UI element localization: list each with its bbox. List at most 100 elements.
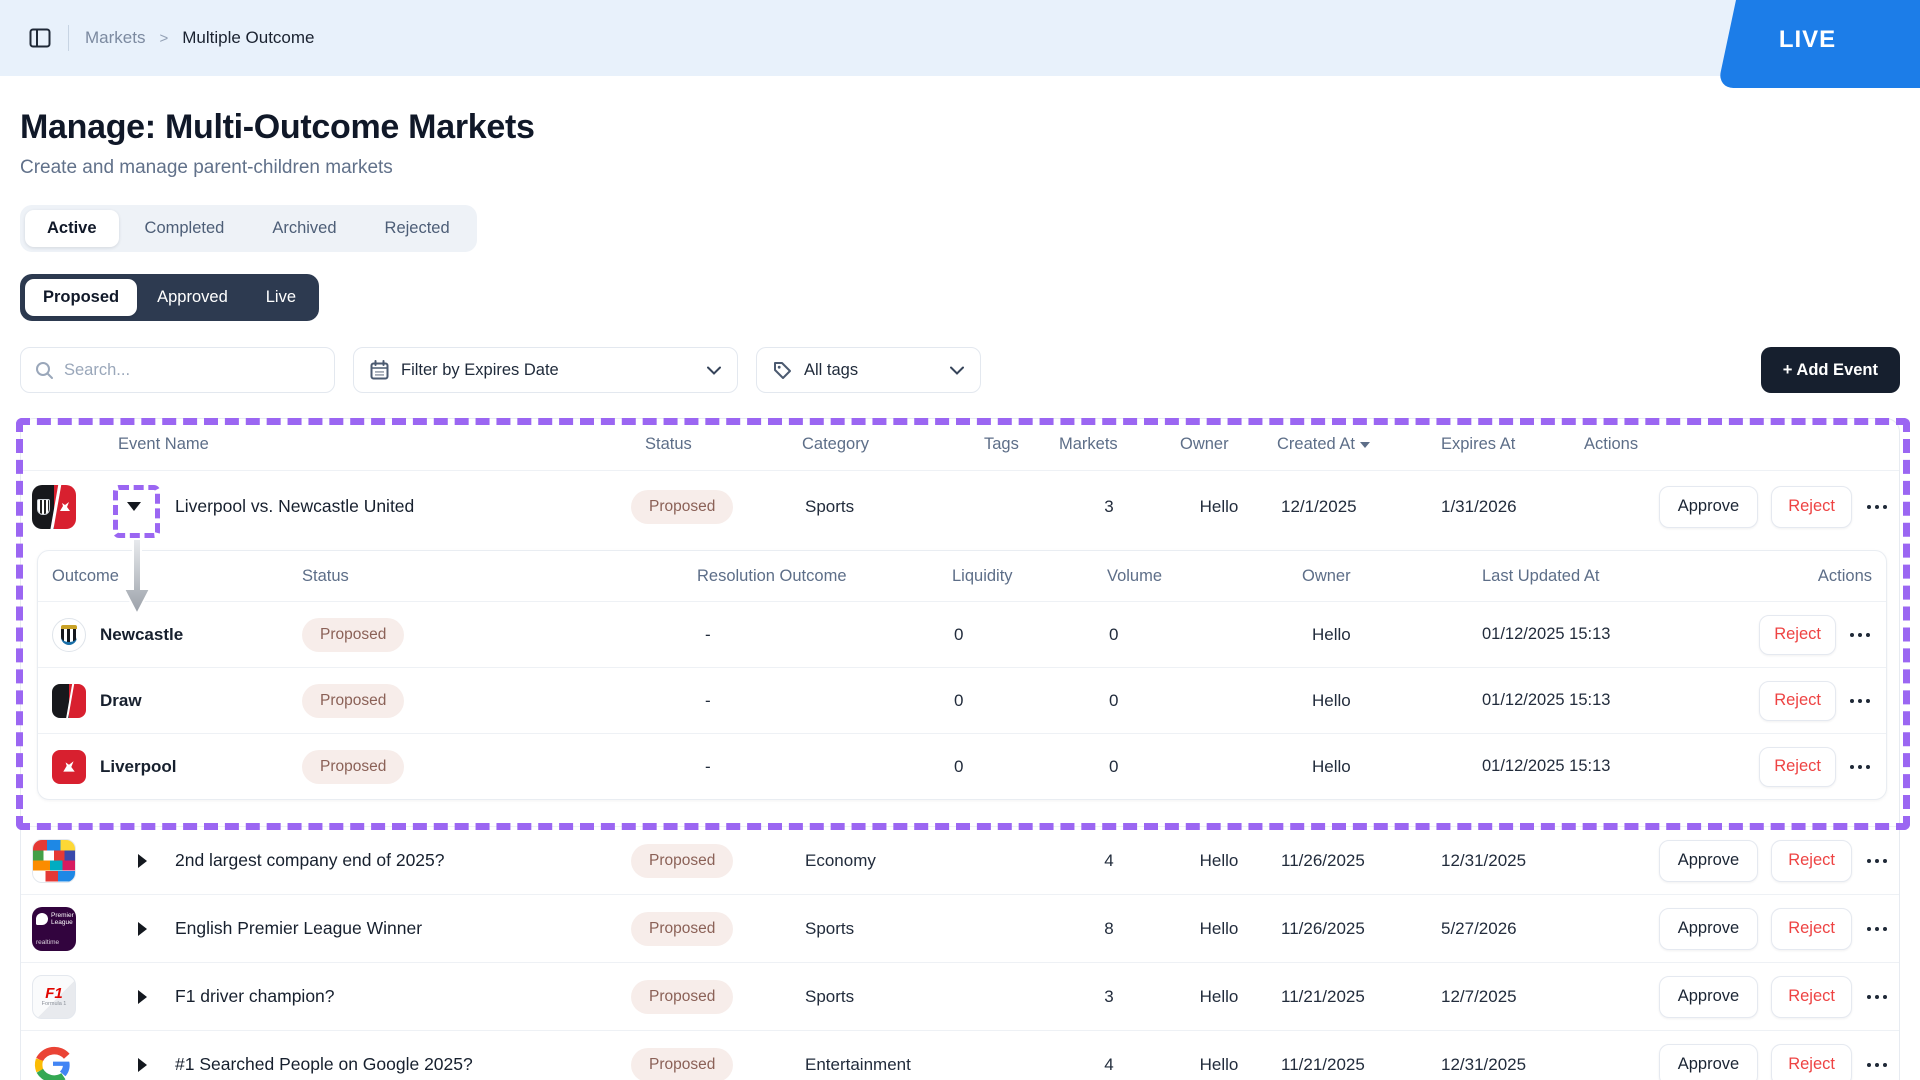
expand-row-toggle[interactable] <box>138 922 147 936</box>
more-actions-button[interactable] <box>1848 627 1872 643</box>
event-name[interactable]: 2nd largest company end of 2025? <box>167 850 629 871</box>
approve-button[interactable]: Approve <box>1659 840 1758 882</box>
markets-count: 4 <box>1049 1055 1169 1075</box>
tab-rejected[interactable]: Rejected <box>363 210 472 247</box>
more-actions-button[interactable] <box>1865 989 1889 1005</box>
expires-filter-label: Filter by Expires Date <box>401 361 695 380</box>
col-actions: Actions <box>1574 435 1899 454</box>
top-bar: Markets > Multiple Outcome LIVE <box>0 0 1920 76</box>
owner-value: Hello <box>1169 851 1269 871</box>
owner-value: Hello <box>1169 497 1269 517</box>
event-name[interactable]: #1 Searched People on Google 2025? <box>167 1054 629 1075</box>
created-at-value: 11/21/2025 <box>1269 987 1429 1007</box>
divider <box>68 25 69 51</box>
status-badge: Proposed <box>631 912 733 946</box>
markets-count: 3 <box>1049 497 1169 517</box>
status-badge: Proposed <box>302 618 404 652</box>
reject-button[interactable]: Reject <box>1771 976 1852 1018</box>
more-actions-button[interactable] <box>1848 759 1872 775</box>
page-title: Manage: Multi-Outcome Markets <box>20 108 1900 147</box>
approve-button[interactable]: Approve <box>1659 976 1758 1018</box>
volume-value: 0 <box>1107 757 1302 777</box>
reject-button[interactable]: Reject <box>1771 840 1852 882</box>
markets-count: 8 <box>1049 919 1169 939</box>
reject-outcome-button[interactable]: Reject <box>1759 747 1836 787</box>
more-actions-button[interactable] <box>1865 1057 1889 1073</box>
created-at-value: 11/26/2025 <box>1269 919 1429 939</box>
subtab-proposed[interactable]: Proposed <box>25 279 137 316</box>
last-updated-value: 01/12/2025 15:13 <box>1482 757 1762 776</box>
category-value: Sports <box>794 497 974 517</box>
chevron-down-icon <box>950 366 964 375</box>
expand-row-toggle[interactable] <box>138 854 147 868</box>
events-table-header: Event Name Status Category Tags Markets … <box>21 419 1899 471</box>
approve-button[interactable]: Approve <box>1659 486 1758 528</box>
status-tabbar: Active Completed Archived Rejected <box>20 205 477 252</box>
col-category: Category <box>794 435 974 454</box>
approve-button[interactable]: Approve <box>1659 1044 1758 1080</box>
expand-row-toggle[interactable] <box>138 990 147 1004</box>
live-ribbon: LIVE <box>1717 0 1920 88</box>
created-at-value: 11/26/2025 <box>1269 851 1429 871</box>
outcome-row-draw: Draw Proposed - 0 0 Hello 01/12/2025 15:… <box>38 667 1886 733</box>
reject-outcome-button[interactable]: Reject <box>1759 615 1836 655</box>
event-name[interactable]: F1 driver champion? <box>167 986 629 1007</box>
col-outcome-owner: Owner <box>1302 567 1482 586</box>
reject-outcome-button[interactable]: Reject <box>1759 681 1836 721</box>
status-badge: Proposed <box>631 980 733 1014</box>
liquidity-value: 0 <box>952 757 1107 777</box>
created-at-value: 12/1/2025 <box>1269 497 1429 517</box>
formula1-logo: F1Formula 1 <box>32 975 76 1019</box>
tags-filter-dropdown[interactable]: All tags <box>756 347 981 393</box>
search-input[interactable] <box>64 361 320 380</box>
last-updated-value: 01/12/2025 15:13 <box>1482 691 1762 710</box>
expand-row-toggle[interactable] <box>138 1058 147 1072</box>
reject-button[interactable]: Reject <box>1771 1044 1852 1080</box>
add-event-button[interactable]: + Add Event <box>1761 347 1900 393</box>
page-subtitle: Create and manage parent-children market… <box>20 157 1900 179</box>
subtab-approved[interactable]: Approved <box>139 279 246 316</box>
more-actions-button[interactable] <box>1865 921 1889 937</box>
event-name[interactable]: Liverpool vs. Newcastle United <box>167 496 629 517</box>
newcastle-logo <box>52 618 86 652</box>
more-actions-button[interactable] <box>1848 693 1872 709</box>
table-row-epl-winner: PremierLeague realtime English Premier L… <box>21 894 1899 962</box>
premier-league-logo: PremierLeague realtime <box>32 907 76 951</box>
col-tags: Tags <box>974 435 1049 454</box>
liquidity-value: 0 <box>952 691 1107 711</box>
company-collage-logo <box>32 839 76 883</box>
col-liquidity: Liquidity <box>952 567 1107 586</box>
status-badge: Proposed <box>302 684 404 718</box>
filter-controls-row: Filter by Expires Date All tags + Add Ev… <box>20 347 1900 393</box>
resolution-value: - <box>697 625 952 645</box>
sidebar-toggle-button[interactable] <box>20 18 60 58</box>
subtab-live[interactable]: Live <box>248 279 314 316</box>
search-box[interactable] <box>20 347 335 393</box>
owner-value: Hello <box>1302 691 1482 711</box>
volume-value: 0 <box>1107 691 1302 711</box>
breadcrumb-markets[interactable]: Markets <box>85 28 145 48</box>
col-expires-at: Expires At <box>1429 435 1574 454</box>
last-updated-value: 01/12/2025 15:13 <box>1482 625 1762 644</box>
col-created-at[interactable]: Created At <box>1269 435 1429 454</box>
tab-completed[interactable]: Completed <box>123 210 247 247</box>
live-ribbon-label: LIVE <box>1727 0 1920 80</box>
owner-value: Hello <box>1302 757 1482 777</box>
outcome-row-newcastle: Newcastle Proposed - 0 0 Hello 01/12/202… <box>38 601 1886 667</box>
more-actions-button[interactable] <box>1865 499 1889 515</box>
reject-button[interactable]: Reject <box>1771 486 1852 528</box>
sidebar-panel-icon <box>29 28 51 48</box>
google-logo <box>32 1044 74 1080</box>
search-icon <box>35 361 54 380</box>
draw-logo <box>52 684 86 718</box>
col-outcome-actions: Actions <box>1762 567 1872 586</box>
tab-active[interactable]: Active <box>25 210 119 247</box>
approve-button[interactable]: Approve <box>1659 908 1758 950</box>
more-actions-button[interactable] <box>1865 853 1889 869</box>
reject-button[interactable]: Reject <box>1771 908 1852 950</box>
outcomes-subtable: Outcome Status Resolution Outcome Liquid… <box>37 550 1887 800</box>
expires-date-filter-dropdown[interactable]: Filter by Expires Date <box>353 347 738 393</box>
event-name[interactable]: English Premier League Winner <box>167 918 629 939</box>
tab-archived[interactable]: Archived <box>250 210 358 247</box>
collapse-row-toggle[interactable] <box>127 502 141 511</box>
